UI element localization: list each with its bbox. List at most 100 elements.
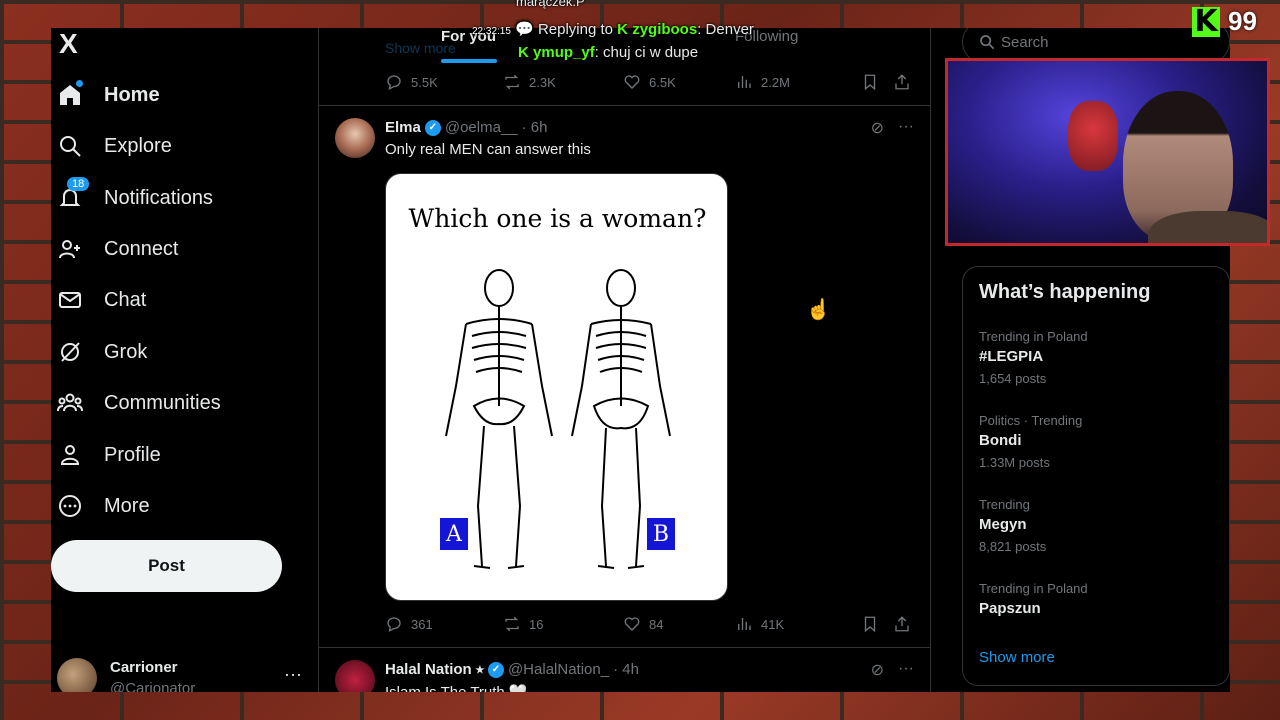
author-handle[interactable]: @HalalNation_ — [508, 661, 609, 678]
trend-context: Trending in Poland — [979, 581, 1088, 596]
verified-icon: ✓ — [424, 119, 441, 136]
repost-button[interactable]: 2.3K — [503, 73, 623, 91]
more-horizontal-icon[interactable]: ··· — [898, 118, 914, 138]
chat-username: ymup_yf — [533, 44, 595, 61]
reply-button[interactable]: 361 — [385, 615, 503, 633]
nav-item-grok[interactable]: Grok — [57, 332, 147, 372]
chat-top-user: marączek.P — [516, 0, 585, 9]
nav-label: Chat — [104, 288, 147, 311]
grok-icon[interactable]: ⊘ — [871, 660, 884, 680]
nav-item-notifications[interactable]: 18 Notifications — [57, 177, 213, 218]
author-handle[interactable]: @oelma__ — [445, 119, 518, 136]
like-button[interactable]: 6.5K — [623, 73, 735, 91]
nav-label: Grok — [104, 340, 148, 363]
views-button[interactable]: 2.2M — [735, 73, 861, 91]
like-count: 84 — [649, 616, 664, 632]
heart-icon — [624, 75, 640, 89]
viewer-count: 99 — [1228, 6, 1257, 36]
choice-b-label: B — [647, 518, 675, 550]
views-button[interactable]: 41K — [735, 615, 861, 633]
hand-cursor-icon: ☝ — [806, 299, 831, 321]
tweet-text: Islam Is The Truth 🤍 — [385, 683, 528, 692]
unread-dot — [76, 80, 83, 87]
chat-message: 22:32:15 💬 Replying to K zygiboos: Denve… — [472, 21, 754, 38]
bell-icon: 18 — [57, 177, 90, 211]
tweet-image[interactable]: Which one is a woman? A B — [385, 173, 728, 601]
nav-item-more[interactable]: More — [57, 486, 150, 526]
views-count: 2.2M — [761, 74, 790, 90]
nav-item-chat[interactable]: Chat — [57, 280, 146, 320]
nav-item-home[interactable]: Home — [57, 75, 160, 115]
tweet-time[interactable]: · 4h — [613, 661, 639, 678]
nav-item-communities[interactable]: Communities — [57, 383, 221, 423]
share-icon — [895, 74, 909, 90]
trend-count: 1,654 posts — [979, 371, 1047, 386]
search-icon — [57, 133, 83, 159]
avatar — [57, 658, 97, 692]
tweet-divider — [319, 105, 930, 106]
views-icon — [738, 618, 751, 630]
nav-item-explore[interactable]: Explore — [57, 126, 172, 166]
nav-item-profile[interactable]: Profile — [57, 435, 161, 475]
x-logo-icon[interactable]: X — [59, 28, 78, 60]
avatar[interactable] — [335, 660, 375, 692]
tweet-actions: 361 16 84 41K — [385, 614, 911, 634]
bookmark-button[interactable] — [861, 615, 893, 633]
person-icon — [57, 442, 83, 468]
trend-item[interactable]: Trending in Poland Papszun — [979, 581, 1088, 617]
reply-button[interactable]: 5.5K — [385, 73, 503, 91]
tweet-actions: 5.5K 2.3K 6.5K 2.2M — [385, 72, 911, 92]
left-navigation: X Home Explore 18 Notifications Connect … — [51, 28, 318, 692]
post-button[interactable]: Post — [51, 540, 282, 592]
bookmark-icon — [864, 616, 876, 633]
avatar[interactable] — [335, 118, 375, 158]
nav-label: Notifications — [104, 186, 213, 209]
tweet-divider — [319, 647, 930, 648]
trend-item[interactable]: Trending Megyn 8,821 posts — [979, 497, 1046, 554]
search-icon — [980, 35, 995, 50]
notification-badge: 18 — [67, 177, 90, 191]
tweet-time[interactable]: · 6h — [522, 119, 548, 136]
communities-icon — [57, 390, 83, 416]
account-switcher[interactable]: Carrioner @Carionator ··· — [57, 654, 302, 692]
trend-context: Politics · Trending — [979, 413, 1083, 428]
chat-text: chuj ci w dupe — [603, 44, 699, 61]
trend-name: #LEGPIA — [979, 348, 1044, 365]
reply-count: 5.5K — [411, 74, 438, 90]
share-button[interactable] — [893, 615, 911, 633]
webcam-person-shoulder — [1148, 211, 1267, 243]
show-more-link[interactable]: Show more — [979, 649, 1055, 666]
trends-panel: What’s happening Trending in Poland #LEG… — [962, 266, 1230, 686]
more-horizontal-icon[interactable]: ··· — [898, 660, 914, 680]
trend-item[interactable]: Trending in Poland #LEGPIA 1,654 posts — [979, 329, 1088, 386]
nav-item-connect[interactable]: Connect — [57, 229, 179, 269]
more-horizontal-icon[interactable]: ··· — [284, 664, 302, 685]
tweet-text: Only real MEN can answer this — [385, 141, 591, 158]
choice-a-label: A — [440, 518, 468, 550]
account-handle: @Carionator — [110, 680, 196, 692]
tweet-header: Halal Nation ⭑ ✓ @HalalNation_ · 4h — [385, 661, 639, 678]
author-name[interactable]: Halal Nation ⭑ — [385, 661, 484, 678]
trends-title: What’s happening — [979, 281, 1151, 303]
image-question: Which one is a woman? — [408, 204, 707, 233]
trend-name: Papszun — [979, 600, 1041, 617]
grok-icon — [57, 339, 83, 365]
reply-count: 361 — [411, 616, 433, 632]
show-more-link[interactable]: Show more — [385, 40, 456, 56]
repost-icon — [505, 616, 519, 632]
author-name[interactable]: Elma — [385, 119, 421, 136]
chat-username: zygiboos — [632, 21, 698, 38]
grok-icon[interactable]: ⊘ — [871, 118, 884, 138]
home-icon — [57, 80, 83, 108]
repost-button[interactable]: 16 — [503, 615, 623, 633]
kick-logo-icon: K — [1192, 6, 1220, 37]
trend-context: Trending — [979, 497, 1030, 512]
heart-icon — [624, 617, 640, 631]
timeline-feed: For you Following Show more 5.5K 2.3K 6.… — [318, 28, 931, 692]
chat-message: K ymup_yf: chuj ci w dupe — [518, 44, 699, 61]
like-button[interactable]: 84 — [623, 615, 735, 633]
share-button[interactable] — [893, 73, 911, 91]
trend-item[interactable]: Politics · Trending Bondi 1.33M posts — [979, 413, 1082, 470]
person-add-icon — [57, 236, 83, 262]
bookmark-button[interactable] — [861, 73, 893, 91]
